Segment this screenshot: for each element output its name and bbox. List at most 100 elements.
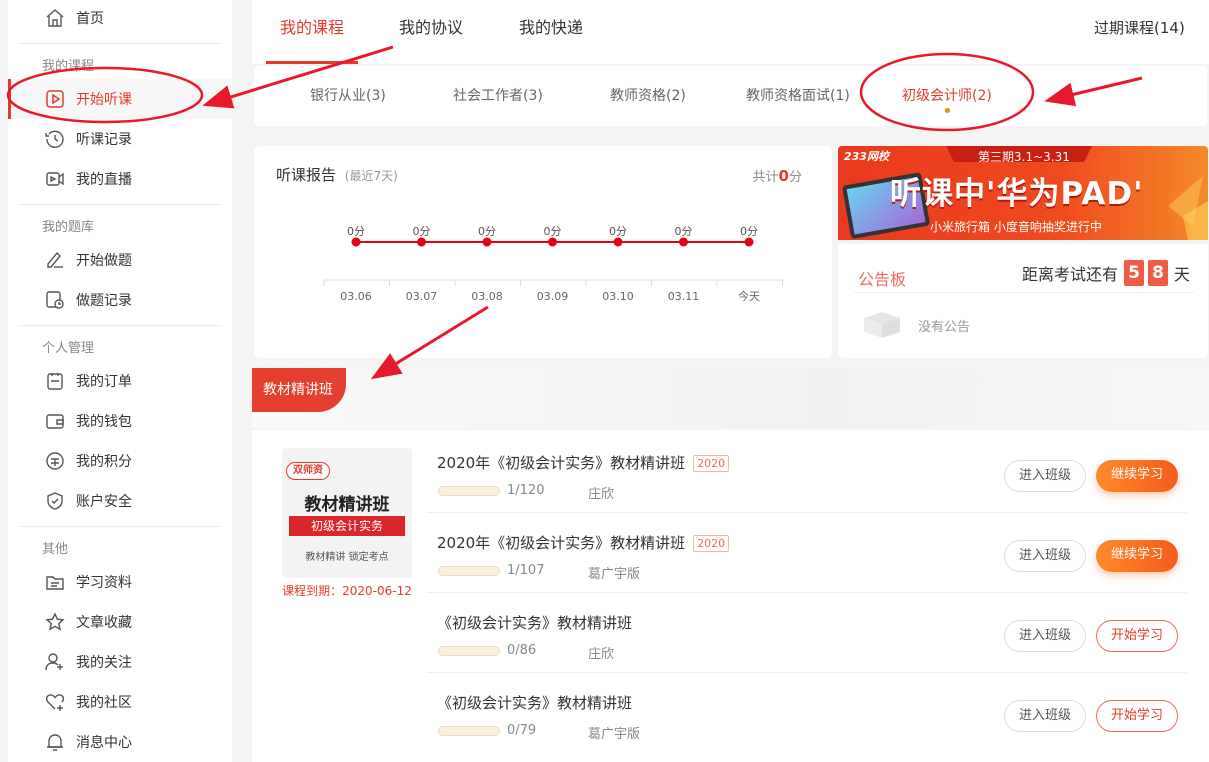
sidebar-item-start-questions[interactable]: 开始做题 — [8, 240, 232, 280]
exam-countdown: 距离考试还有 5 8 天 — [1022, 260, 1190, 286]
enter-class-button[interactable]: 进入班级 — [1004, 540, 1086, 572]
user-add-icon — [44, 651, 66, 673]
sidebar-item-label: 做题记录 — [76, 293, 132, 309]
report-total: 共计0分 — [753, 166, 802, 185]
sidebar-item-my-community[interactable]: 我的社区 — [8, 682, 232, 722]
x-tick-label: 03.11 — [668, 290, 700, 303]
sidebar-item-study-materials[interactable]: 学习资料 — [8, 562, 232, 602]
promo-subline: 小米旅行箱 小度音响抽奖进行中 — [930, 220, 1102, 234]
sidebar-item-my-wallet[interactable]: 我的钱包 — [8, 401, 232, 441]
x-tick-label: 03.08 — [471, 290, 503, 303]
tab-label: 我的协议 — [399, 18, 464, 37]
data-label: 0分 — [478, 225, 496, 238]
subtab-social-worker[interactable]: 社会工作者(3) — [453, 66, 543, 126]
sidebar-item-message-center[interactable]: 消息中心 — [8, 722, 232, 762]
report-range: (最近7天) — [344, 169, 398, 183]
sidebar-item-label: 学习资料 — [76, 575, 132, 591]
data-point — [679, 237, 688, 247]
year-badge: 2020 — [693, 535, 730, 552]
data-label: 0分 — [740, 225, 758, 238]
start-study-button[interactable]: 开始学习 — [1096, 620, 1178, 652]
enter-class-button[interactable]: 进入班级 — [1004, 460, 1086, 492]
countdown-prefix: 距离考试还有 — [1021, 265, 1118, 284]
section-title: 教材精讲班 — [252, 368, 346, 412]
data-point — [417, 237, 426, 247]
notice-empty-text: 没有公告 — [918, 320, 971, 335]
subtab-teacher-interview[interactable]: 教师资格面试(1) — [746, 66, 850, 126]
group-title-questions: 我的题库 — [42, 220, 95, 235]
sidebar-item-my-orders[interactable]: 我的订单 — [8, 361, 232, 401]
subtab-label: 初级会计师(2) — [902, 88, 992, 104]
course-cover[interactable]: 双师资 教材精讲班 初级会计实务 教材精讲 锁定考点 — [282, 448, 412, 578]
cover-title: 教材精讲班 — [304, 495, 390, 515]
course-title-text: 《初级会计实务》教材精讲班 — [437, 694, 633, 712]
notice-board: 公告板 距离考试还有 5 8 天 没有公告 — [838, 244, 1208, 358]
sidebar-item-my-points[interactable]: 我的积分 — [8, 441, 232, 481]
tab-active-indicator — [266, 61, 359, 64]
tab-my-agreements[interactable]: 我的协议 — [399, 0, 463, 64]
promo-banner[interactable]: 233网校 第三期3.1~3.31 听课中'华为PAD' 小米旅行箱 小度音响抽… — [838, 146, 1208, 240]
record-clock-icon — [44, 289, 66, 311]
sidebar-item-listen-record[interactable]: 听课记录 — [8, 119, 232, 159]
data-label: 0分 — [544, 225, 562, 238]
enter-class-button[interactable]: 进入班级 — [1004, 700, 1086, 732]
sidebar-item-home[interactable]: 首页 — [8, 0, 232, 38]
course-title-text: 《初级会计实务》教材精讲班 — [437, 614, 633, 632]
active-dot — [944, 108, 950, 113]
sidebar-item-label: 我的直播 — [76, 172, 132, 188]
sidebar-item-label: 消息中心 — [76, 735, 132, 751]
expired-label: 过期课程(14) — [1094, 19, 1185, 37]
section-banner: 教材精讲班 — [252, 368, 1209, 428]
course-title[interactable]: 《初级会计实务》教材精讲班 — [437, 692, 632, 713]
course-title[interactable]: 2020年《初级会计实务》教材精讲班 2020 — [437, 452, 730, 473]
sidebar-item-my-live[interactable]: 我的直播 — [8, 159, 232, 199]
sidebar-item-label: 听课记录 — [76, 132, 132, 148]
progress-bar — [438, 726, 500, 736]
notice-divider — [854, 292, 1194, 293]
total-value: 0 — [778, 167, 789, 185]
enter-class-button[interactable]: 进入班级 — [1004, 620, 1086, 652]
subtab-bank[interactable]: 银行从业(3) — [310, 66, 386, 126]
data-point — [548, 237, 557, 247]
subtab-teacher-qualification[interactable]: 教师资格(2) — [610, 66, 686, 126]
data-point — [482, 237, 492, 247]
progress-text: 0/79 — [507, 723, 537, 738]
course-title[interactable]: 《初级会计实务》教材精讲班 — [437, 612, 632, 633]
subtab-junior-accountant[interactable]: 初级会计师(2) — [902, 66, 992, 126]
continue-study-button[interactable]: 继续学习 — [1096, 460, 1178, 492]
teacher-name: 庄欣 — [588, 647, 615, 662]
data-label: 0分 — [347, 225, 365, 238]
sidebar-item-label: 开始做题 — [76, 253, 132, 269]
tab-my-courses[interactable]: 我的课程 — [266, 0, 359, 64]
tab-label: 我的课程 — [280, 18, 345, 37]
year-badge: 2020 — [693, 455, 730, 472]
sidebar-item-my-follows[interactable]: 我的关注 — [8, 642, 232, 682]
expired-courses-link[interactable]: 过期课程(14) — [1094, 0, 1185, 64]
main-tabbar: 我的课程 我的协议 我的快递 过期课程(14) — [252, 0, 1209, 64]
start-study-button[interactable]: 开始学习 — [1096, 700, 1178, 732]
sidebar-item-label: 账户安全 — [76, 494, 132, 510]
exam-category-tabs: 银行从业(3) 社会工作者(3) 教师资格(2) 教师资格面试(1) 初级会计师… — [254, 66, 1207, 126]
sidebar-item-question-record[interactable]: 做题记录 — [8, 280, 232, 320]
sidebar-item-start-listen[interactable]: 开始听课 — [8, 79, 232, 119]
order-icon — [44, 370, 66, 392]
report-title-text: 听课报告 — [276, 166, 337, 184]
sidebar-item-article-favorites[interactable]: 文章收藏 — [8, 602, 232, 642]
sidebar-item-label: 我的社区 — [76, 695, 132, 711]
x-tick-label: 03.06 — [340, 290, 372, 303]
heart-plus-icon — [44, 691, 66, 713]
course-expiry: 课程到期：2020-06-12 — [282, 584, 412, 598]
teacher-name: 葛广宇版 — [588, 567, 641, 582]
star-icon — [44, 611, 66, 633]
x-tick-label: 03.09 — [537, 290, 569, 303]
sidebar-item-account-security[interactable]: 账户安全 — [8, 481, 232, 521]
continue-study-button[interactable]: 继续学习 — [1096, 540, 1178, 572]
row-divider — [427, 672, 1187, 673]
course-title-text: 2020年《初级会计实务》教材精讲班 — [437, 454, 686, 472]
course-title[interactable]: 2020年《初级会计实务》教材精讲班 2020 — [437, 532, 730, 553]
tab-my-express[interactable]: 我的快递 — [519, 0, 583, 64]
progress-bar — [438, 486, 500, 496]
course-title-text: 2020年《初级会计实务》教材精讲班 — [437, 534, 686, 552]
countdown-digit: 5 — [1123, 260, 1144, 286]
sidebar: 首页 我的课程 开始听课 听课记录 我的直播 我的题库 开始做题 做题记录 个人… — [8, 0, 232, 762]
